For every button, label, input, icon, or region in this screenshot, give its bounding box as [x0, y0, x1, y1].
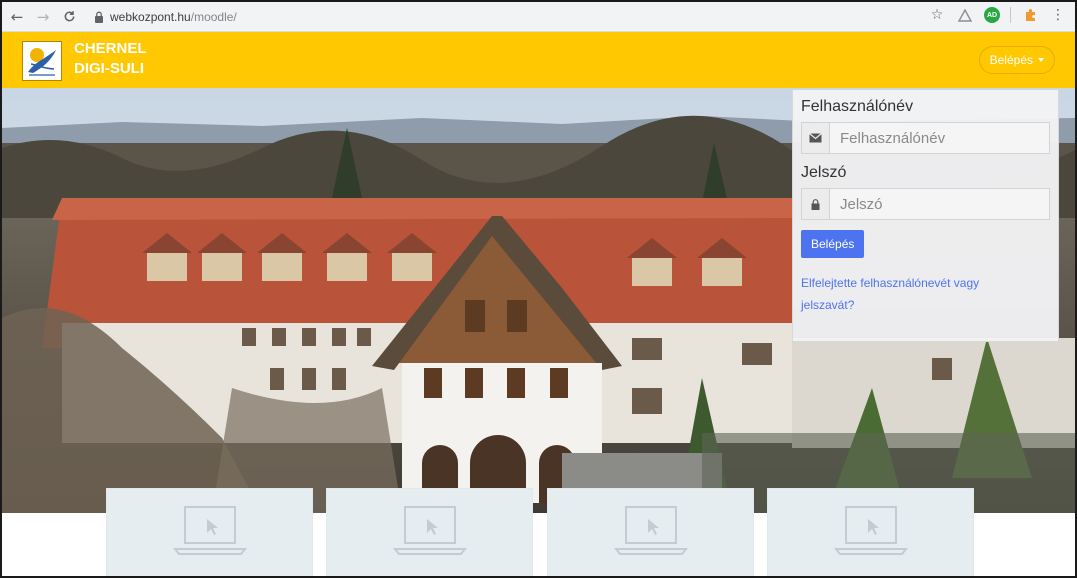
laptop-icon	[614, 506, 688, 555]
login-submit-button[interactable]: Belépés	[801, 230, 865, 258]
back-arrow-icon[interactable]: ←	[6, 6, 28, 28]
caret-down-icon	[1038, 58, 1044, 62]
password-label: Jelszó	[801, 164, 847, 181]
url-text: webkozpont.hu/moodle/	[110, 10, 237, 24]
username-label: Felhasználónév	[801, 98, 914, 115]
menu-dots-icon[interactable]: ⋮	[1049, 6, 1067, 24]
address-bar[interactable]: webkozpont.hu/moodle/	[88, 6, 243, 28]
browser-window: ← → webkozpont.hu/moodle/ ☆ AD ⋮ CHERNEL…	[0, 0, 1077, 578]
course-card[interactable]	[547, 488, 754, 576]
site-logo[interactable]	[22, 41, 62, 81]
lock-icon	[802, 189, 830, 219]
url-path: /moodle/	[190, 9, 237, 24]
username-input[interactable]	[830, 123, 1049, 153]
star-icon[interactable]: ☆	[928, 6, 946, 24]
envelope-icon	[802, 123, 830, 153]
username-group	[801, 122, 1050, 154]
browser-toolbar: ← → webkozpont.hu/moodle/ ☆ AD ⋮	[2, 2, 1075, 32]
extension-badge-icon[interactable]: AD	[984, 7, 1000, 23]
login-dropdown-button[interactable]: Belépés	[978, 46, 1055, 74]
login-panel: Felhasználónév Jelszó Belépés Elfelejtet…	[792, 90, 1059, 342]
password-input[interactable]	[830, 189, 1049, 219]
lock-icon	[95, 11, 103, 23]
url-domain: webkozpont.hu	[110, 9, 191, 24]
reload-icon[interactable]	[58, 6, 80, 28]
toolbar-separator	[1010, 7, 1011, 23]
site-navbar: CHERNEL DIGI-SULI Belépés	[2, 32, 1075, 88]
course-cards	[2, 488, 1075, 576]
course-card[interactable]	[326, 488, 533, 576]
login-dropdown-label: Belépés	[989, 53, 1033, 67]
extension-triangle-icon[interactable]	[956, 6, 974, 24]
forward-arrow-icon[interactable]: →	[32, 6, 54, 28]
forgot-password-link[interactable]: Elfelejtette felhasználónevét vagy jelsz…	[801, 272, 1021, 316]
laptop-icon	[393, 506, 467, 555]
course-card[interactable]	[106, 488, 313, 576]
course-card[interactable]	[767, 488, 974, 576]
site-name-line1: CHERNEL	[74, 40, 147, 57]
extension-puzzle-icon[interactable]	[1021, 6, 1039, 24]
site-name[interactable]: CHERNEL DIGI-SULI	[74, 39, 147, 79]
laptop-icon	[173, 506, 247, 555]
site-name-line2: DIGI-SULI	[74, 60, 144, 77]
browser-actions: ☆ AD ⋮	[928, 6, 1067, 24]
laptop-icon	[834, 506, 908, 555]
password-group	[801, 188, 1050, 220]
